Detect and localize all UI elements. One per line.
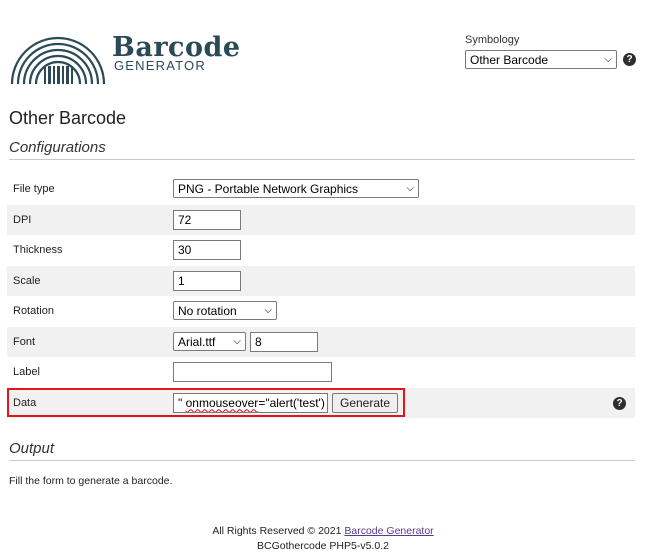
row-file-type: File type PNG - Portable Network Graphic… [7,174,635,205]
file-type-value: PNG - Portable Network Graphics [178,181,359,196]
section-divider [9,159,635,160]
dpi-input[interactable]: 72 [173,209,241,230]
font-size-input[interactable]: 8 [250,331,318,352]
rotation-select[interactable]: No rotation ⌵ [173,301,277,320]
file-type-select[interactable]: PNG - Portable Network Graphics ⌵ [173,179,419,198]
thickness-input[interactable]: 30 [173,240,241,260]
thickness-label: Thickness [13,244,63,256]
chevron-down-icon: ⌵ [604,54,612,65]
help-icon[interactable]: ? [623,53,636,66]
row-dpi: DPI 72 [7,204,635,235]
output-message: Fill the form to generate a barcode. [9,475,173,487]
footer-rights-text: All Rights Reserved © 2021 [212,525,345,537]
configuration-form: File type PNG - Portable Network Graphic… [7,174,635,418]
row-scale: Scale 1 [7,265,635,296]
row-label: Label [7,357,635,388]
rotation-label: Rotation [13,305,54,317]
symbology-value: Other Barcode [470,52,549,67]
highlight-annotation [7,388,405,417]
label-label: Label [13,366,40,378]
symbology-select[interactable]: Other Barcode ⌵ [465,50,617,69]
symbology-label: Symbology [465,34,520,46]
row-font: Font Arial.ttf ⌵ 8 [7,326,635,357]
chevron-down-icon: ⌵ [233,336,241,347]
font-value: Arial.ttf [178,334,216,349]
row-rotation: Rotation No rotation ⌵ [7,296,635,327]
barcode-generator-logo: Barcode GENERATOR [8,8,240,92]
rotation-value: No rotation [178,303,237,318]
section-divider [9,460,635,461]
footer-link[interactable]: Barcode Generator [344,525,433,537]
scale-label: Scale [13,274,41,287]
footer-version: BCGothercode PHP5-v5.0.2 [257,540,389,552]
label-input[interactable] [173,362,332,382]
symbology-selector: Symbology Other Barcode ⌵ ? [465,34,636,69]
logo-subtitle: GENERATOR [114,58,206,73]
help-icon[interactable]: ? [613,396,626,410]
row-thickness: Thickness 30 [7,235,635,266]
page-title: Other Barcode [9,108,127,128]
chevron-down-icon: ⌵ [406,183,414,194]
footer-rights: All Rights Reserved © 2021 Barcode Gener… [0,525,646,537]
chevron-down-icon: ⌵ [264,305,272,316]
configurations-heading: Configurations [9,139,106,156]
file-type-label: File type [13,183,55,195]
logo-arcs-icon [10,36,106,85]
scale-input[interactable]: 1 [173,270,241,291]
font-select[interactable]: Arial.ttf ⌵ [173,332,246,351]
output-heading: Output [9,440,55,457]
dpi-label: DPI [13,213,32,226]
font-label: Font [13,335,36,348]
